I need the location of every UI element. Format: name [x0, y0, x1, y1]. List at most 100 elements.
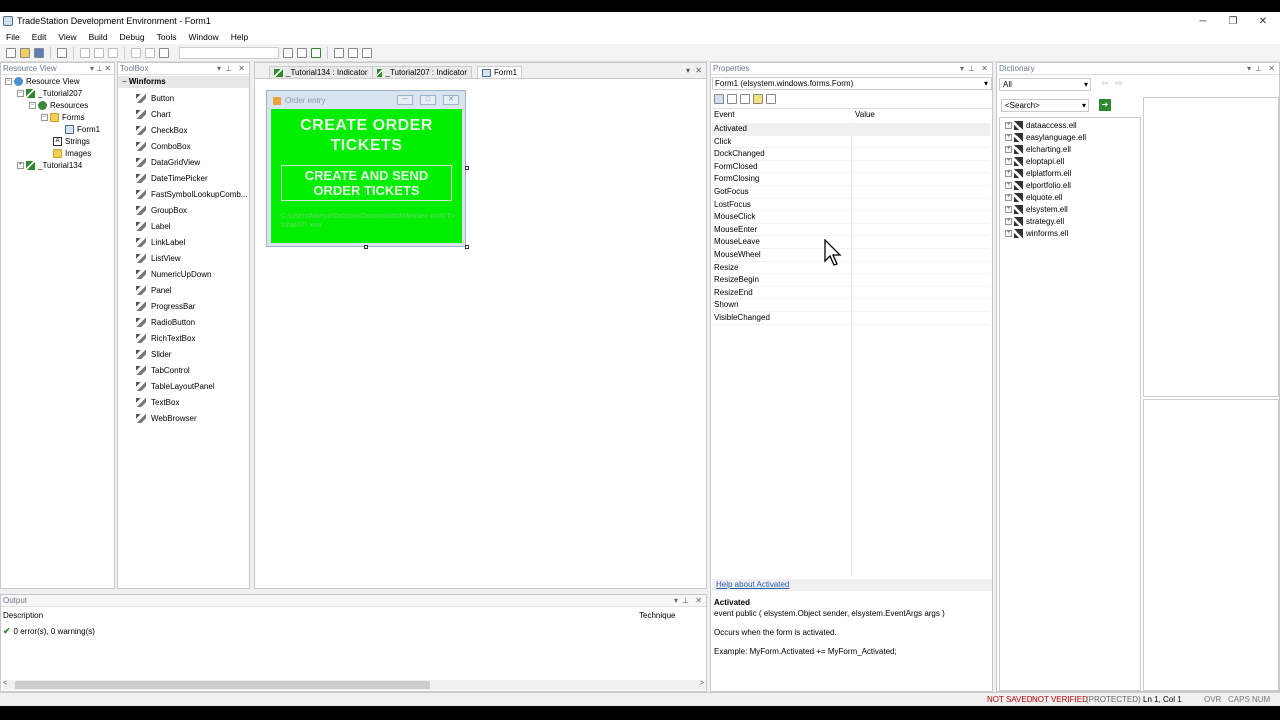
redo-icon[interactable] [145, 47, 155, 58]
menu-window[interactable]: Window [188, 32, 218, 42]
pin-icon[interactable]: ▾ [217, 63, 221, 74]
tree-item-strings[interactable]: A Strings [53, 137, 90, 146]
maximize-button[interactable]: ❐ [1218, 12, 1248, 30]
toolbox-item-radiobutton[interactable]: RadioButton [136, 318, 195, 327]
tree-item-form1[interactable]: Form1 [65, 125, 100, 134]
toolbox-item-groupbox[interactable]: GroupBox [136, 206, 187, 215]
print-icon[interactable] [57, 47, 67, 58]
autohide-icon[interactable]: ⊥ [1255, 63, 1262, 74]
pin-icon[interactable]: ▾ [1247, 63, 1251, 74]
find-dropdown[interactable] [179, 46, 279, 59]
menu-edit[interactable]: Edit [32, 32, 47, 42]
undo-icon[interactable] [131, 47, 141, 58]
tab-tutorial134[interactable]: _Tutorial134 : Indicator [269, 66, 373, 78]
dictionary-item[interactable]: + elsystem.ell [1005, 205, 1068, 214]
output-column-technique[interactable]: Technique [639, 611, 675, 620]
toolbox-item-webbrowser[interactable]: WebBrowser [136, 414, 197, 423]
tree-item-tutorial134[interactable]: + _Tutorial134 [17, 161, 82, 170]
toolbox-item-button[interactable]: Button [136, 94, 174, 103]
back-icon[interactable]: ⇦ [1101, 78, 1109, 89]
help-about-link[interactable]: Help about Activated [716, 580, 789, 589]
output-column-description[interactable]: Description [3, 611, 43, 620]
close-icon[interactable]: ✕ [695, 595, 702, 606]
event-row-lostfocus[interactable]: LostFocus [712, 199, 990, 212]
minimize-button[interactable]: ─ [1188, 12, 1218, 30]
dictionary-filter[interactable]: All ▾ [999, 78, 1091, 91]
toolbox-item-datetimepicker[interactable]: DateTimePicker [136, 174, 208, 183]
paste-icon[interactable] [108, 47, 118, 58]
toolbox-item-tablelayoutpanel[interactable]: TableLayoutPanel [136, 382, 215, 391]
close-icon[interactable]: ✕ [238, 63, 245, 74]
dictionary-item[interactable]: + elcharting.ell [1005, 145, 1071, 154]
open-icon[interactable] [20, 47, 30, 58]
menu-help[interactable]: Help [231, 32, 248, 42]
event-row-activated[interactable]: Activated [712, 123, 990, 136]
event-row-resize[interactable]: Resize [712, 262, 990, 275]
toolbox-item-datagridview[interactable]: DataGridView [136, 158, 200, 167]
close-icon[interactable]: ✕ [1268, 63, 1275, 74]
toolbox-item-tabcontrol[interactable]: TabControl [136, 366, 190, 375]
tools-icon[interactable] [362, 47, 372, 58]
dictionary-item[interactable]: + elquote.ell [1005, 193, 1062, 202]
forward-icon[interactable]: ⇨ [1115, 78, 1123, 89]
tree-item-resources[interactable]: − Resources [29, 101, 88, 110]
event-row-click[interactable]: Click [712, 136, 990, 149]
resize-handle[interactable] [364, 245, 368, 249]
scroll-right-icon[interactable]: > [700, 680, 704, 687]
create-send-button[interactable]: CREATE AND SEND ORDER TICKETS [281, 165, 452, 201]
toolbox-section-winforms[interactable]: − Winforms [118, 76, 249, 88]
new-icon[interactable] [6, 47, 16, 58]
event-row-formclosed[interactable]: FormClosed [712, 161, 990, 174]
event-row-shown[interactable]: Shown [712, 299, 990, 312]
scrollbar-thumb[interactable] [15, 681, 430, 689]
resize-handle[interactable] [465, 245, 469, 249]
tab-list-icon[interactable]: ▾ [686, 66, 690, 75]
outline-icon[interactable] [348, 47, 358, 58]
help-icon[interactable] [283, 47, 293, 58]
cut-icon[interactable] [80, 47, 90, 58]
toolbox-item-textbox[interactable]: TextBox [136, 398, 179, 407]
tree-item-images[interactable]: Images [53, 149, 91, 158]
properties-icon[interactable] [740, 94, 750, 104]
toolbox-item-label[interactable]: Label [136, 222, 171, 231]
resize-handle[interactable] [465, 166, 469, 170]
form-designer-window[interactable]: Order entry ─ □ ✕ CREATE ORDER TICKETS C… [266, 90, 466, 247]
toolbox-item-numericupdown[interactable]: NumericUpDown [136, 270, 211, 279]
toolbox-item-combobox[interactable]: ComboBox [136, 142, 191, 151]
toolbox-item-listview[interactable]: ListView [136, 254, 181, 263]
event-row-mouseclick[interactable]: MouseClick [712, 211, 990, 224]
output-horizontal-scrollbar[interactable]: < > [3, 680, 706, 690]
toolbox-item-checkbox[interactable]: CheckBox [136, 126, 187, 135]
search-go-icon[interactable]: ➔ [1099, 99, 1111, 111]
alphabetical-icon[interactable] [727, 94, 737, 104]
toolbox-item-chart[interactable]: Chart [136, 110, 171, 119]
autohide-icon[interactable]: ⊥ [968, 63, 975, 74]
pin-icon[interactable]: ▾ [90, 63, 94, 74]
menu-file[interactable]: File [6, 32, 20, 42]
menu-view[interactable]: View [58, 32, 76, 42]
dictionary-item[interactable]: + strategy.ell [1005, 217, 1064, 226]
close-icon[interactable]: ✕ [981, 63, 988, 74]
dictionary-item[interactable]: + elportfolio.ell [1005, 181, 1071, 190]
event-row-gotfocus[interactable]: GotFocus [712, 186, 990, 199]
dictionary-item[interactable]: + winforms.ell [1005, 229, 1068, 238]
object-selector[interactable]: Form1 (elsystem.windows.forms.Form) ▾ [712, 77, 992, 90]
find-icon[interactable] [159, 47, 169, 58]
property-pages-icon[interactable] [766, 94, 776, 104]
event-row-formclosing[interactable]: FormClosing [712, 173, 990, 186]
event-row-mousewheel[interactable]: MouseWheel [712, 249, 990, 262]
event-row-resizebegin[interactable]: ResizeBegin [712, 274, 990, 287]
verify-icon[interactable] [297, 47, 307, 58]
dictionary-icon[interactable] [334, 47, 344, 58]
close-button[interactable]: ✕ [1248, 12, 1278, 30]
toolbox-item-panel[interactable]: Panel [136, 286, 171, 295]
toolbox-item-progressbar[interactable]: ProgressBar [136, 302, 195, 311]
menu-debug[interactable]: Debug [120, 32, 145, 42]
event-row-visiblechanged[interactable]: VisibleChanged [712, 312, 990, 325]
copy-icon[interactable] [94, 47, 104, 58]
tab-tutorial207[interactable]: _Tutorial207 : Indicator [372, 66, 472, 78]
event-row-mouseleave[interactable]: MouseLeave [712, 236, 990, 249]
menu-tools[interactable]: Tools [157, 32, 177, 42]
event-row-dockchanged[interactable]: DockChanged [712, 148, 990, 161]
output-message-row[interactable]: ✔ 0 error(s), 0 warning(s) [3, 626, 95, 637]
